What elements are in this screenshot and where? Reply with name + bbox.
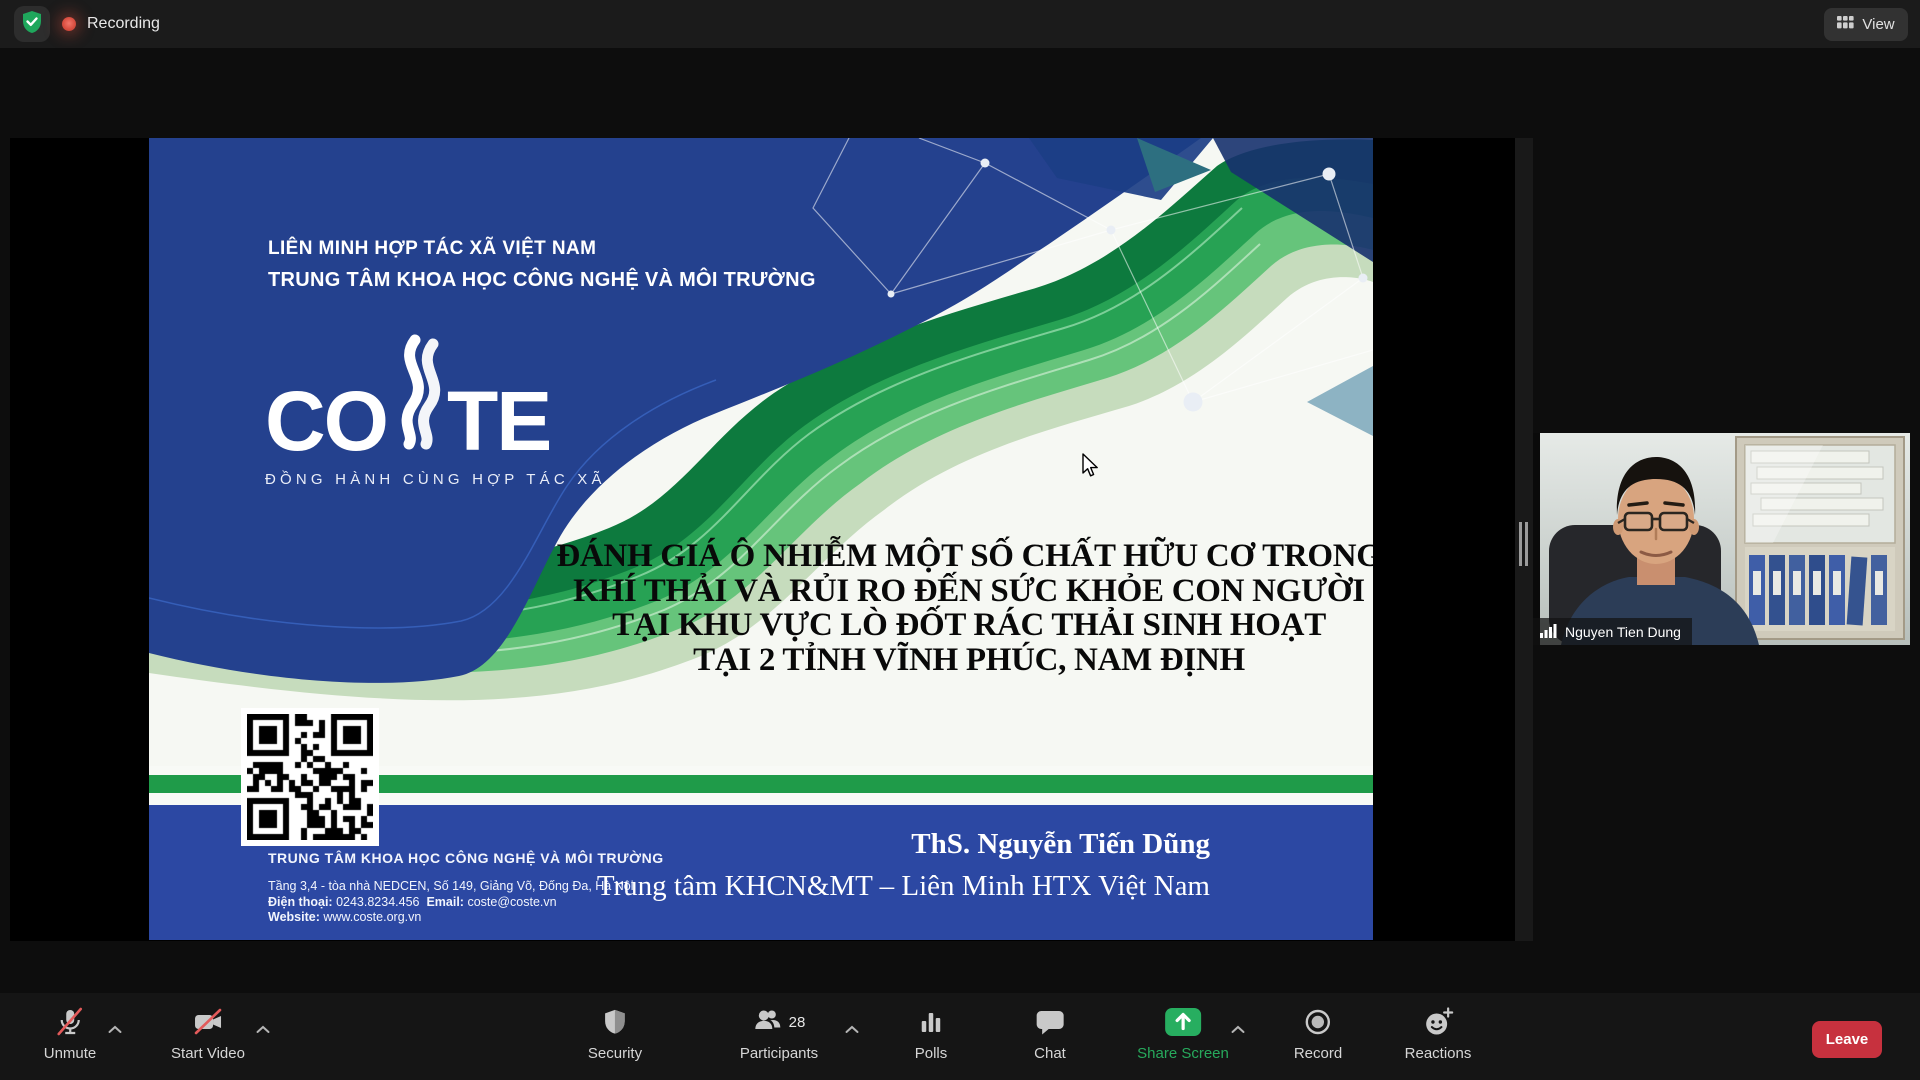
org-line-1: LIÊN MINH HỢP TÁC XÃ VIỆT NAM [268,238,816,260]
participants-people-icon [753,1006,783,1039]
connection-signal-icon [1540,622,1558,641]
recording-label: Recording [87,15,160,33]
security-button[interactable]: Security [588,1005,642,1062]
view-grid-icon [1837,16,1854,33]
camera-muted-icon [191,1005,225,1039]
polls-bar-chart-icon [917,1005,945,1039]
email-value: coste@coste.vn [467,895,556,909]
coste-logo-left: CO [265,389,387,455]
qr-code-canvas [247,714,373,840]
slide-title-line: TẠI KHU VỰC LÒ ĐỐT RÁC THẢI SINH HOẠT [529,608,1373,643]
slide-title: ĐÁNH GIÁ Ô NHIỄM MỘT SỐ CHẤT HỮU CƠ TRON… [529,539,1373,677]
qr-code [241,708,379,846]
meeting-stage: LIÊN MINH HỢP TÁC XÃ VIỆT NAM TRUNG TÂM … [0,48,1920,993]
chat-button[interactable]: Chat [1034,1005,1066,1062]
unmute-button[interactable]: Unmute [44,1005,97,1062]
slide-title-line: ĐÁNH GIÁ Ô NHIỄM MỘT SỐ CHẤT HỮU CƠ TRON… [529,539,1373,574]
author-name: ThS. Nguyễn Tiến Dũng [597,828,1210,861]
meeting-toolbar: Unmute Start Video [0,993,1920,1080]
record-circle-icon [1303,1005,1333,1039]
reactions-label: Reactions [1405,1045,1472,1062]
participants-button[interactable]: 28 Participants [740,1005,818,1062]
security-label: Security [588,1045,642,1062]
panel-resize-handle[interactable] [1515,138,1533,941]
mouse-cursor [1079,453,1101,484]
chat-label: Chat [1034,1045,1066,1062]
security-shield-icon [601,1005,629,1039]
chat-bubble-icon [1035,1005,1065,1039]
polls-label: Polls [915,1045,948,1062]
share-options-chevron[interactable] [1227,1017,1250,1043]
coste-logo: CO TE ĐỒNG HÀNH CÙNG HỢP TÁC XÃ [265,334,606,488]
unmute-label: Unmute [44,1045,97,1062]
record-button[interactable]: Record [1294,1005,1342,1062]
reactions-smiley-icon [1422,1005,1453,1039]
presentation-slide: LIÊN MINH HỢP TÁC XÃ VIỆT NAM TRUNG TÂM … [149,138,1373,940]
recording-dot-icon [62,17,76,31]
email-label: Email: [426,895,464,909]
org-line-2: TRUNG TÂM KHOA HỌC CÔNG NGHỆ VÀ MÔI TRƯỜ… [268,269,816,292]
shared-screen: LIÊN MINH HỢP TÁC XÃ VIỆT NAM TRUNG TÂM … [10,138,1515,941]
view-button-label: View [1862,16,1894,33]
share-screen-icon [1164,1005,1202,1039]
audio-options-chevron[interactable] [104,1017,127,1043]
start-video-button[interactable]: Start Video [171,1005,245,1062]
slide-org-header: LIÊN MINH HỢP TÁC XÃ VIỆT NAM TRUNG TÂM … [268,238,816,292]
participants-label: Participants [740,1045,818,1062]
reactions-button[interactable]: Reactions [1405,1005,1472,1062]
phone-label: Điện thoại: [268,895,333,909]
phone-value: 0243.8234.456 [336,895,419,909]
cabinet-illustration [1736,437,1904,639]
website-label: Website: [268,910,320,924]
zoom-meeting-window: Recording View [0,0,1920,1080]
coste-logo-right: TE [447,389,550,455]
share-screen-button[interactable]: Share Screen [1137,1005,1229,1062]
participant-video-frame [1533,433,1910,645]
start-video-label: Start Video [171,1045,245,1062]
author-organization: Trung tâm KHCN&MT – Liên Minh HTX Việt N… [597,870,1210,903]
website-value: www.coste.org.vn [323,910,421,924]
participants-options-chevron[interactable] [841,1017,864,1043]
participant-name: Nguyen Tien Dung [1565,624,1681,640]
slide-title-line: TẠI 2 TỈNH VĨNH PHÚC, NAM ĐỊNH [529,643,1373,678]
coste-flame-icon [389,334,445,455]
share-screen-label: Share Screen [1137,1045,1229,1062]
leave-button[interactable]: Leave [1812,1021,1882,1058]
mic-muted-icon [54,1005,86,1039]
slide-author-block: ThS. Nguyễn Tiến Dũng Trung tâm KHCN&MT … [597,828,1210,903]
record-label: Record [1294,1045,1342,1062]
view-button[interactable]: View [1824,8,1908,41]
participants-count: 28 [789,1014,806,1031]
participant-video-tile[interactable]: Nguyen Tien Dung [1533,433,1910,645]
participant-name-tag: Nguyen Tien Dung [1533,618,1692,645]
coste-tagline: ĐỒNG HÀNH CÙNG HỢP TÁC XÃ [265,471,606,488]
recording-indicator: Recording [62,0,160,48]
contact-website: Website: www.coste.org.vn [268,910,664,926]
meeting-topbar: Recording View [0,0,1920,48]
polls-button[interactable]: Polls [915,1005,948,1062]
meeting-info-button[interactable] [14,6,50,42]
security-shield-check-icon [21,10,43,39]
slide-title-line: KHÍ THẢI VÀ RỦI RO ĐẾN SỨC KHỎE CON NGƯỜ… [529,574,1373,609]
video-options-chevron[interactable] [252,1017,275,1043]
